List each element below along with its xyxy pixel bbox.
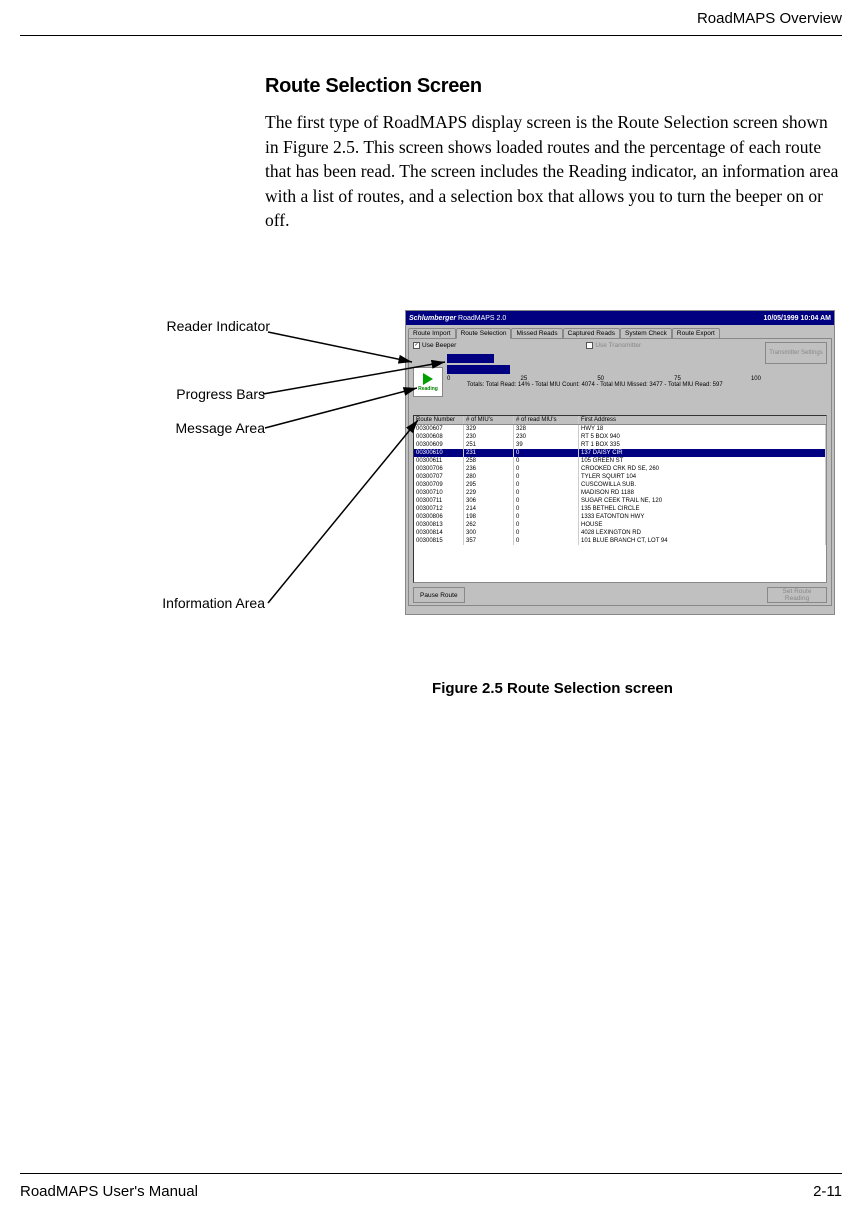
col-first-address: First Address — [579, 416, 826, 424]
table-row[interactable]: 003007122140135 BETHEL CIRCLE — [414, 505, 826, 513]
datetime-label: 10/05/1999 10:04 AM — [764, 315, 831, 322]
table-row[interactable]: 00300608230230RT 5 BOX 940 — [414, 433, 826, 441]
section-heading: Route Selection Screen — [265, 75, 840, 98]
reading-label: Reading — [418, 386, 438, 392]
header-section-title: RoadMAPS Overview — [697, 10, 842, 27]
table-row[interactable]: 003007113060SUGAR CEEK TRAIL NE, 120 — [414, 497, 826, 505]
reading-indicator: Reading — [413, 367, 443, 397]
transmitter-settings-button[interactable]: Transmitter Settings — [765, 342, 827, 364]
table-row[interactable]: 003007062360CROOKED CRK RD SE, 260 — [414, 465, 826, 473]
progress-area: 0 25 50 75 100 Totals: Total Read: 14% -… — [447, 354, 761, 390]
table-row[interactable]: 003006102310137 DAISY CIR — [414, 449, 826, 457]
brand-label: Schlumberger — [409, 315, 456, 322]
tab-route-selection[interactable]: Route Selection — [456, 328, 512, 339]
col-miu-count: # of MIU's — [464, 416, 514, 424]
route-list[interactable]: Route Number # of MIU's # of read MIU's … — [413, 415, 827, 583]
table-row[interactable]: 003008132620HOUSE — [414, 521, 826, 529]
table-row[interactable]: 003007102290MADISON RD 1188 — [414, 489, 826, 497]
pause-route-button[interactable]: Pause Route — [413, 587, 465, 603]
header-rule — [20, 35, 842, 36]
callout-reader-indicator: Reader Indicator — [120, 318, 270, 334]
use-transmitter-checkbox[interactable]: Use Transmitter — [586, 342, 641, 349]
progress-bar-2 — [447, 365, 510, 374]
footer-rule — [20, 1173, 842, 1174]
col-read-miu: # of read MIU's — [514, 416, 579, 424]
ruler-tick: 100 — [751, 376, 761, 382]
ruler-tick: 0 — [447, 376, 450, 382]
footer-page-number: 2-11 — [813, 1183, 842, 1200]
app-screenshot: Schlumberger RoadMAPS 2.0 10/05/1999 10:… — [405, 310, 835, 615]
tab-panel: ✓ Use Beeper Use Transmitter Transmitter… — [408, 338, 832, 606]
figure-caption: Figure 2.5 Route Selection screen — [265, 680, 840, 697]
checkbox-icon — [586, 342, 593, 349]
callout-progress-bars: Progress Bars — [120, 386, 265, 402]
table-row[interactable]: 00300607329328HWY 18 — [414, 425, 826, 433]
col-route-number: Route Number — [414, 416, 464, 424]
table-row[interactable]: 0030080619801333 EATONTON HWY — [414, 513, 826, 521]
progress-bar-1 — [447, 354, 494, 363]
app-name: RoadMAPS 2.0 — [458, 315, 506, 322]
footer-manual-title: RoadMAPS User's Manual — [20, 1183, 198, 1200]
callout-information-area: Information Area — [120, 595, 265, 611]
table-row[interactable]: 003007092950CUSCOWILLA SUB. — [414, 481, 826, 489]
callout-message-area: Message Area — [120, 420, 265, 436]
table-row[interactable]: 003006112580105 GREEN ST — [414, 457, 826, 465]
app-titlebar: Schlumberger RoadMAPS 2.0 10/05/1999 10:… — [406, 311, 834, 325]
figure-area: Reader Indicator Progress Bars Message A… — [265, 310, 840, 660]
totals-text: Totals: Total Read: 14% - Total MIU Coun… — [447, 382, 761, 388]
table-row[interactable]: 003008153570101 BLUE BRANCH CT, LOT 94 — [414, 537, 826, 545]
set-route-reading-button[interactable]: Set Route Reading — [767, 587, 827, 603]
table-row[interactable]: 0030081430004028 LEXINGTON RD — [414, 529, 826, 537]
play-icon — [423, 373, 433, 385]
use-beeper-checkbox[interactable]: ✓ Use Beeper — [413, 342, 456, 349]
use-beeper-label: Use Beeper — [422, 342, 456, 349]
table-row[interactable]: 003007072800TYLER SQUIRT 104 — [414, 473, 826, 481]
use-transmitter-label: Use Transmitter — [595, 342, 641, 349]
tab-row: Route Import Route Selection Missed Read… — [406, 325, 834, 338]
table-row[interactable]: 0030060925139RT 1 BOX 335 — [414, 441, 826, 449]
list-header: Route Number # of MIU's # of read MIU's … — [414, 416, 826, 425]
section-body: The first type of RoadMAPS display scree… — [265, 110, 840, 233]
checkbox-icon: ✓ — [413, 342, 420, 349]
